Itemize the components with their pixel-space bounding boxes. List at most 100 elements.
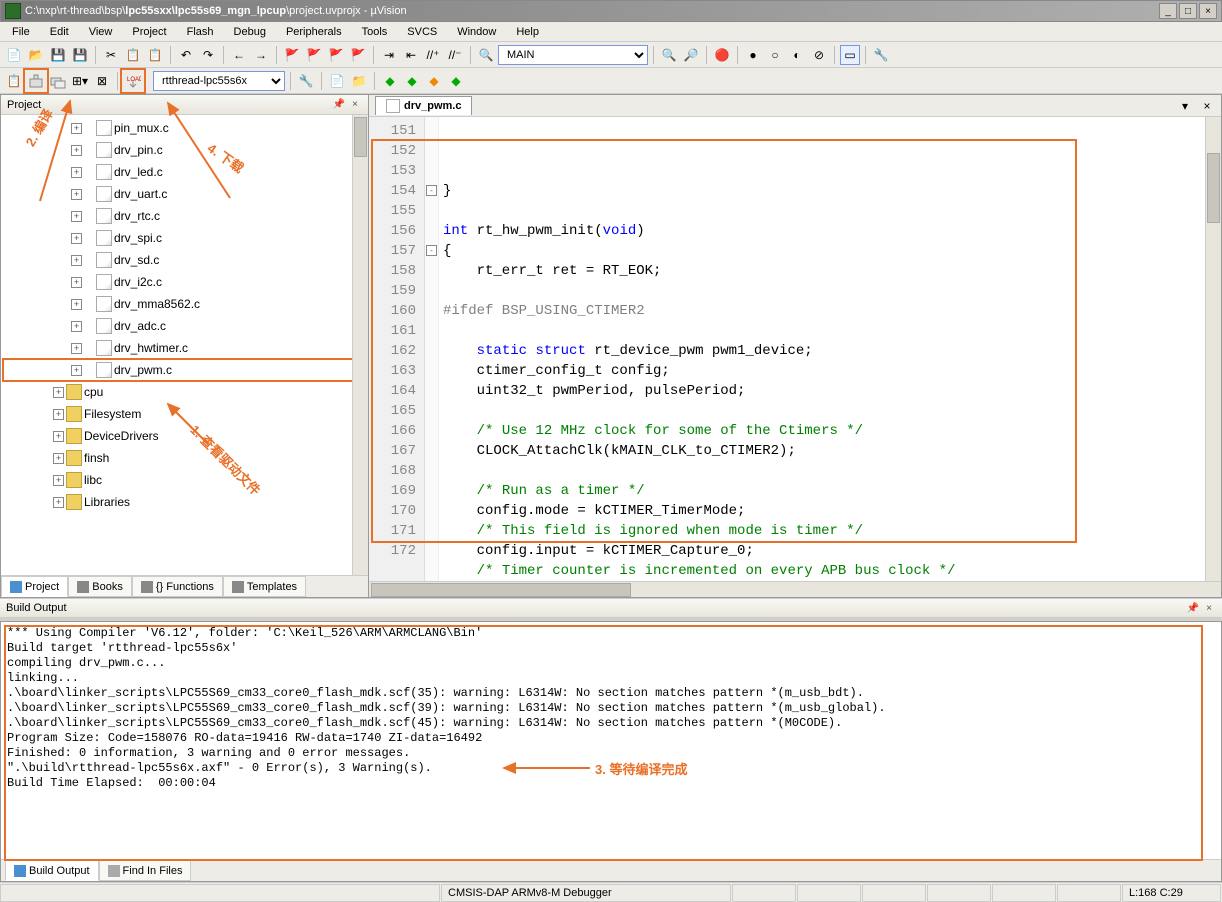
expand-icon[interactable]: + xyxy=(71,255,82,266)
bookmark-next-icon[interactable]: 🚩 xyxy=(326,45,346,65)
find-in-files-icon[interactable]: 🔎 xyxy=(681,45,701,65)
breakpoint-insert-icon[interactable]: ● xyxy=(743,45,763,65)
configure-icon[interactable]: 🔧 xyxy=(871,45,891,65)
file-ext-icon[interactable]: 📄 xyxy=(327,71,347,91)
manage-icon[interactable]: 📁 xyxy=(349,71,369,91)
breakpoint-enable-icon[interactable]: ○ xyxy=(765,45,785,65)
tree-item-pin-mux-c[interactable]: +pin_mux.c xyxy=(3,117,366,139)
maximize-button[interactable]: □ xyxy=(1179,3,1197,19)
new-file-icon[interactable]: 📄 xyxy=(4,45,24,65)
project-tree[interactable]: +pin_mux.c+drv_pin.c+drv_led.c+drv_uart.… xyxy=(1,115,368,575)
minimize-button[interactable]: _ xyxy=(1159,3,1177,19)
window-icon[interactable]: ▭ xyxy=(840,45,860,65)
menu-window[interactable]: Window xyxy=(449,24,504,40)
tree-item-Libraries[interactable]: +Libraries xyxy=(3,491,366,513)
outdent-icon[interactable]: ⇤ xyxy=(401,45,421,65)
tree-item-drv-hwtimer-c[interactable]: +drv_hwtimer.c xyxy=(3,337,366,359)
expand-icon[interactable]: + xyxy=(71,343,82,354)
pack-green-icon[interactable]: ◆ xyxy=(380,71,400,91)
expand-icon[interactable]: + xyxy=(71,299,82,310)
expand-icon[interactable]: + xyxy=(71,365,82,376)
download-icon[interactable]: LOAD xyxy=(123,71,143,91)
menu-file[interactable]: File xyxy=(4,24,38,40)
menu-debug[interactable]: Debug xyxy=(226,24,274,40)
tree-scrollbar[interactable] xyxy=(352,115,368,575)
tree-item-drv-led-c[interactable]: +drv_led.c xyxy=(3,161,366,183)
code-editor[interactable]: 1511521531541551561571581591601611621631… xyxy=(369,117,1221,581)
expand-icon[interactable]: + xyxy=(71,167,82,178)
expand-icon[interactable]: + xyxy=(71,123,82,134)
comment-icon[interactable]: //⁺ xyxy=(423,45,443,65)
code-area[interactable]: } int rt_hw_pwm_init(void){ rt_err_t ret… xyxy=(439,117,1205,581)
paste-icon[interactable]: 📋 xyxy=(145,45,165,65)
close-panel-icon[interactable]: × xyxy=(348,98,362,112)
expand-icon[interactable]: + xyxy=(53,409,64,420)
tree-item-drv-adc-c[interactable]: +drv_adc.c xyxy=(3,315,366,337)
menu-svcs[interactable]: SVCS xyxy=(399,24,445,40)
tree-item-drv-mma8562-c[interactable]: +drv_mma8562.c xyxy=(3,293,366,315)
build-icon[interactable] xyxy=(26,71,46,91)
tree-item-drv-pin-c[interactable]: +drv_pin.c xyxy=(3,139,366,161)
expand-icon[interactable]: + xyxy=(53,453,64,464)
project-tab--functions[interactable]: {} Functions xyxy=(132,576,223,597)
bookmark-icon[interactable]: 🚩 xyxy=(282,45,302,65)
undo-icon[interactable]: ↶ xyxy=(176,45,196,65)
pack-green2-icon[interactable]: ◆ xyxy=(402,71,422,91)
output-tab-build-output[interactable]: Build Output xyxy=(5,860,99,881)
tree-item-drv-sd-c[interactable]: +drv_sd.c xyxy=(3,249,366,271)
save-all-icon[interactable]: 💾 xyxy=(70,45,90,65)
pin-icon[interactable]: 📌 xyxy=(332,98,346,112)
target-combo[interactable]: rtthread-lpc55s6x xyxy=(153,71,285,91)
editor-hscrollbar[interactable] xyxy=(369,581,1221,597)
menu-flash[interactable]: Flash xyxy=(179,24,222,40)
menu-help[interactable]: Help xyxy=(508,24,547,40)
translate-icon[interactable]: 📋 xyxy=(4,71,24,91)
indent-icon[interactable]: ⇥ xyxy=(379,45,399,65)
pin-icon[interactable]: 📌 xyxy=(1186,601,1200,615)
fold-column[interactable]: -- xyxy=(425,117,439,581)
find-scope-icon[interactable]: 🔍 xyxy=(476,45,496,65)
close-button[interactable]: × xyxy=(1199,3,1217,19)
expand-icon[interactable]: + xyxy=(53,497,64,508)
breakpoint-kill-icon[interactable]: ⊘ xyxy=(809,45,829,65)
tree-item-Filesystem[interactable]: +Filesystem xyxy=(3,403,366,425)
output-tab-find-in-files[interactable]: Find In Files xyxy=(99,860,192,881)
editor-tab-drv-pwm[interactable]: drv_pwm.c xyxy=(375,96,472,115)
redo-icon[interactable]: ↷ xyxy=(198,45,218,65)
expand-icon[interactable]: + xyxy=(71,233,82,244)
expand-icon[interactable]: + xyxy=(53,431,64,442)
breakpoint-disable-icon[interactable]: ◐ xyxy=(787,45,807,65)
expand-icon[interactable]: + xyxy=(71,277,82,288)
build-output-text[interactable]: *** Using Compiler 'V6.12', folder: 'C:\… xyxy=(1,622,1221,859)
stop-build-icon[interactable]: ⊠ xyxy=(92,71,112,91)
menu-peripherals[interactable]: Peripherals xyxy=(278,24,350,40)
tree-item-cpu[interactable]: +cpu xyxy=(3,381,366,403)
options-icon[interactable]: 🔧 xyxy=(296,71,316,91)
batch-build-icon[interactable]: ⊞▾ xyxy=(70,71,90,91)
tree-item-libc[interactable]: +libc xyxy=(3,469,366,491)
expand-icon[interactable]: + xyxy=(71,211,82,222)
tree-item-DeviceDrivers[interactable]: +DeviceDrivers xyxy=(3,425,366,447)
debug-icon[interactable]: 🔴 xyxy=(712,45,732,65)
find-icon[interactable]: 🔍 xyxy=(659,45,679,65)
rebuild-icon[interactable] xyxy=(48,71,68,91)
pack-green3-icon[interactable]: ◆ xyxy=(446,71,466,91)
expand-icon[interactable]: + xyxy=(53,387,64,398)
copy-icon[interactable]: 📋 xyxy=(123,45,143,65)
expand-icon[interactable]: + xyxy=(71,321,82,332)
open-file-icon[interactable]: 📂 xyxy=(26,45,46,65)
nav-fwd-icon[interactable]: → xyxy=(251,45,271,65)
tree-item-drv-pwm-c[interactable]: +drv_pwm.c xyxy=(3,359,366,381)
uncomment-icon[interactable]: //⁻ xyxy=(445,45,465,65)
tree-item-finsh[interactable]: +finsh xyxy=(3,447,366,469)
project-tab-books[interactable]: Books xyxy=(68,576,132,597)
find-combo[interactable]: MAIN xyxy=(498,45,648,65)
tree-item-drv-i2c-c[interactable]: +drv_i2c.c xyxy=(3,271,366,293)
project-tab-project[interactable]: Project xyxy=(1,576,68,597)
menu-edit[interactable]: Edit xyxy=(42,24,77,40)
editor-dropdown-icon[interactable]: ▾ xyxy=(1175,96,1195,116)
menu-tools[interactable]: Tools xyxy=(354,24,396,40)
menu-view[interactable]: View xyxy=(81,24,121,40)
save-icon[interactable]: 💾 xyxy=(48,45,68,65)
fold-icon[interactable]: - xyxy=(426,185,437,196)
